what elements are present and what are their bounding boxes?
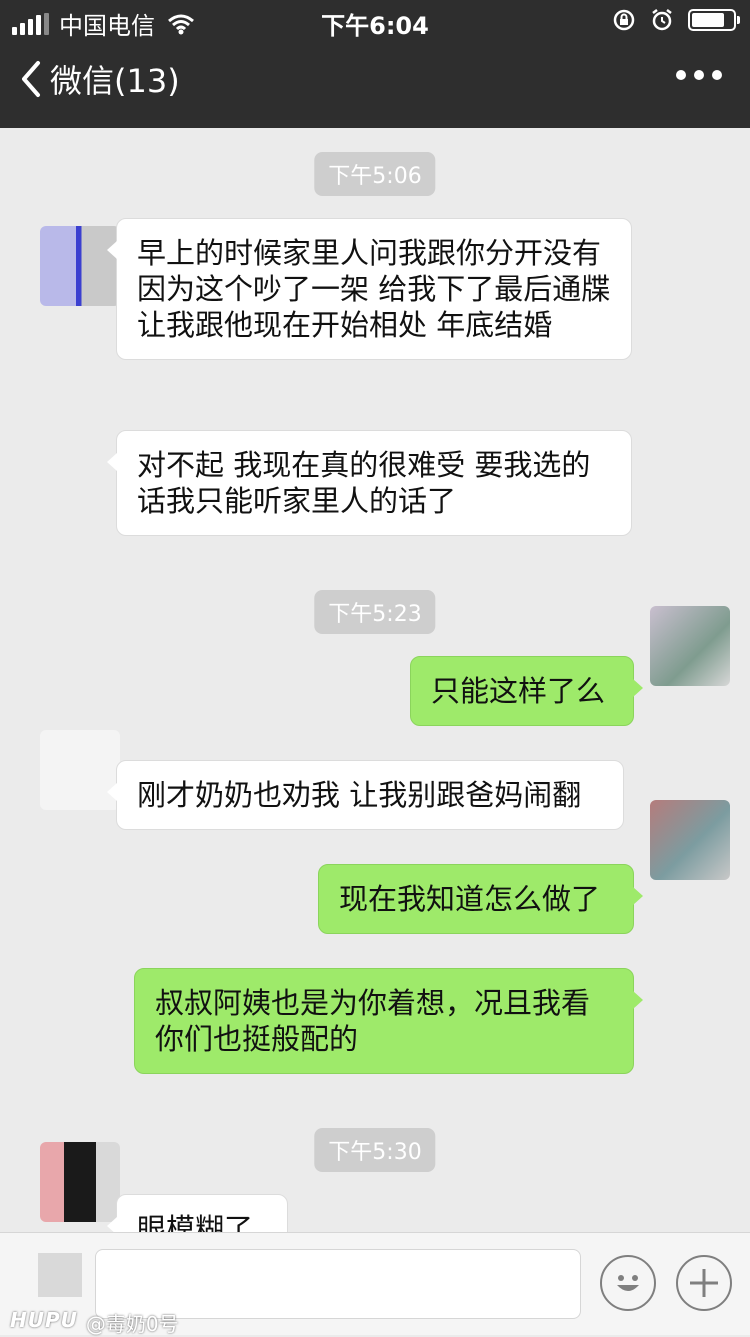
message-bubble-incoming[interactable]: 对不起 我现在真的很难受 要我选的话我只能听家里人的话了 (107, 430, 632, 536)
avatar[interactable] (650, 800, 730, 880)
avatar[interactable] (40, 1142, 120, 1222)
battery-level (692, 13, 724, 27)
emoji-button[interactable] (600, 1255, 656, 1311)
battery-icon (688, 9, 740, 31)
avatar[interactable] (40, 226, 120, 306)
message-bubble-outgoing[interactable]: 叔叔阿姨也是为你着想，况且我看你们也挺般配的 (134, 968, 643, 1074)
nav-bar: 微信(13) (0, 40, 750, 128)
plus-button[interactable] (676, 1255, 732, 1311)
watermark: HUPU @毒奶0号 (10, 1308, 179, 1337)
message-bubble-incoming[interactable]: 刚才奶奶也劝我 让我别跟爸妈闹翻 (107, 760, 624, 830)
back-label: 微信(13) (50, 62, 180, 100)
message-bubble-outgoing[interactable]: 现在我知道怎么做了 (318, 864, 643, 934)
watermark-logo: HUPU (10, 1308, 78, 1332)
back-button[interactable]: 微信(13) (18, 56, 180, 102)
timestamp: 下午5:30 (314, 1128, 436, 1172)
alarm-icon (652, 9, 672, 31)
message-bubble-incoming[interactable]: 早上的时候家里人问我跟你分开没有 因为这个吵了一架 给我下了最后通牒 让我跟他现… (107, 218, 632, 360)
more-button[interactable] (676, 70, 722, 80)
plus-icon (690, 1269, 718, 1297)
voice-button[interactable] (38, 1253, 82, 1297)
chevron-left-icon (22, 61, 40, 97)
rotation-lock-icon (613, 9, 635, 31)
avatar[interactable] (650, 606, 730, 686)
emoji-icon (617, 1275, 639, 1291)
message-bubble-incoming[interactable]: 眼模糊了 (107, 1194, 288, 1232)
message-bubble-outgoing[interactable]: 只能这样了么 (410, 656, 643, 726)
chat-area[interactable]: 下午5:06 早上的时候家里人问我跟你分开没有 因为这个吵了一架 给我下了最后通… (0, 128, 750, 1232)
more-dots-icon (676, 70, 686, 80)
status-bar: 中国电信 下午6:04 (0, 0, 750, 40)
timestamp: 下午5:06 (314, 152, 436, 196)
status-right (612, 8, 740, 32)
timestamp: 下午5:23 (314, 590, 436, 634)
watermark-handle: @毒奶0号 (85, 1312, 179, 1336)
